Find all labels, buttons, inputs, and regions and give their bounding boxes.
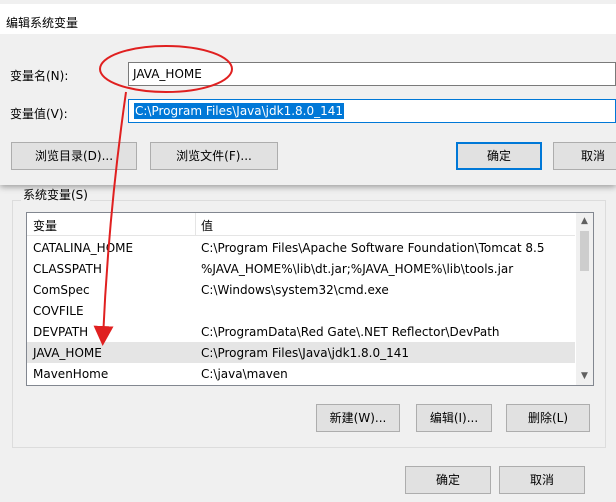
variable-name: CLASSPATH	[33, 262, 102, 276]
variable-value-label: 变量值(V):	[10, 107, 68, 121]
browse-directory-button[interactable]: 浏览目录(D)...	[11, 142, 137, 170]
table-row[interactable]: DEVPATH C:\ProgramData\Red Gate\.NET Ref…	[27, 321, 575, 342]
browse-file-button[interactable]: 浏览文件(F)...	[150, 142, 278, 170]
system-variables-group-title: 系统变量(S)	[21, 186, 90, 203]
variable-name: JAVA_HOME	[33, 346, 102, 360]
edit-variable-button[interactable]: 编辑(I)...	[416, 404, 492, 432]
variable-value: C:\java\maven	[201, 367, 288, 381]
variable-name-label: 变量名(N):	[10, 69, 69, 83]
dialog-titlebar[interactable]: 编辑系统变量	[0, 4, 616, 34]
variable-name-input-value: JAVA_HOME	[133, 67, 202, 81]
parent-ok-button[interactable]: 确定	[405, 466, 491, 494]
variable-value: C:\Program Files\Apache Software Foundat…	[201, 241, 545, 255]
variable-name-input[interactable]: JAVA_HOME	[128, 62, 616, 86]
parent-cancel-button[interactable]: 取消	[499, 466, 585, 494]
list-header: 变量 值	[27, 213, 575, 236]
column-separator[interactable]	[195, 213, 196, 235]
variable-value: C:\Windows\system32\cmd.exe	[201, 283, 389, 297]
table-row-selected[interactable]: JAVA_HOME C:\Program Files\Java\jdk1.8.0…	[27, 342, 575, 363]
variable-value: C:\ProgramData\Red Gate\.NET Reflector\D…	[201, 325, 500, 339]
ok-button[interactable]: 确定	[456, 142, 542, 170]
variable-name: CATALINA_HOME	[33, 241, 134, 255]
dialog-title: 编辑系统变量	[6, 16, 79, 30]
delete-variable-button[interactable]: 删除(L)	[506, 404, 590, 432]
cancel-button[interactable]: 取消	[553, 142, 616, 170]
column-header-value[interactable]: 值	[201, 217, 213, 234]
scroll-down-arrow-icon[interactable]: ▼	[576, 368, 593, 385]
system-variables-list[interactable]: 变量 值 CATALINA_HOME C:\Program Files\Apac…	[26, 212, 594, 386]
new-variable-button[interactable]: 新建(W)...	[316, 404, 400, 432]
table-row[interactable]: CLASSPATH %JAVA_HOME%\lib\dt.jar;%JAVA_H…	[27, 258, 575, 279]
edit-system-variable-dialog: 编辑系统变量 变量名(N): JAVA_HOME 变量值(V): C:\Prog…	[0, 0, 616, 185]
scrollbar-thumb[interactable]	[580, 231, 589, 271]
column-header-variable[interactable]: 变量	[33, 217, 57, 234]
table-row[interactable]: MavenHome C:\java\maven	[27, 363, 575, 384]
variable-name: ComSpec	[33, 283, 90, 297]
table-row[interactable]: CATALINA_HOME C:\Program Files\Apache So…	[27, 237, 575, 258]
variable-name: COVFILE	[33, 304, 84, 318]
table-row[interactable]: ComSpec C:\Windows\system32\cmd.exe	[27, 279, 575, 300]
variable-value: C:\Program Files\Java\jdk1.8.0_141	[201, 346, 410, 360]
variable-value-input[interactable]: C:\Program Files\Java\jdk1.8.0_141	[128, 99, 616, 123]
variable-value: %JAVA_HOME%\lib\dt.jar;%JAVA_HOME%\lib\t…	[201, 262, 514, 276]
variable-name: MavenHome	[33, 367, 109, 381]
variable-name: DEVPATH	[33, 325, 89, 339]
list-vertical-scrollbar[interactable]: ▲ ▼	[576, 213, 593, 385]
variable-value-input-value: C:\Program Files\Java\jdk1.8.0_141	[134, 103, 345, 119]
scroll-up-arrow-icon[interactable]: ▲	[576, 213, 593, 230]
table-row[interactable]: COVFILE	[27, 300, 575, 321]
